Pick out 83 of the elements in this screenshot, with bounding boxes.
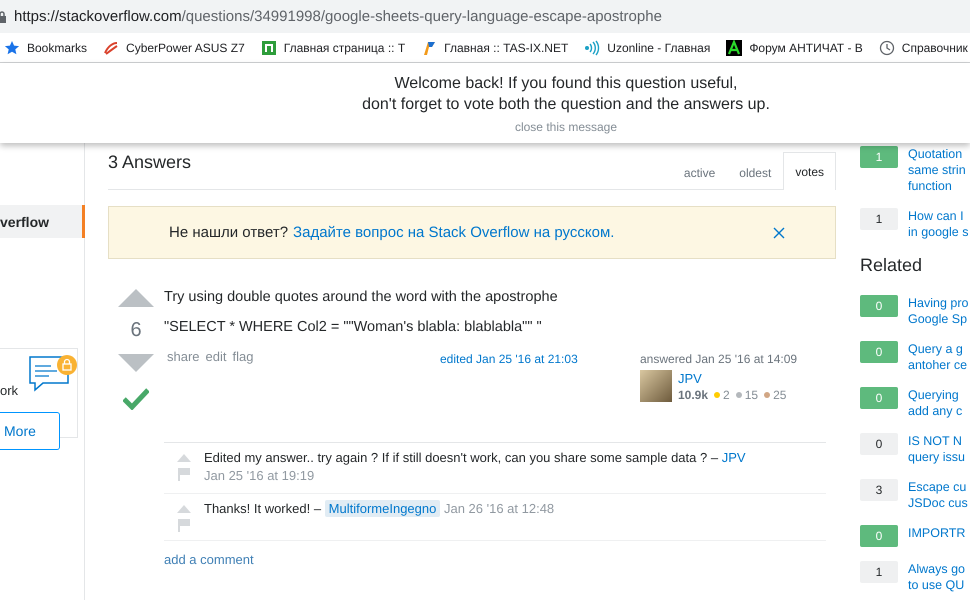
swirl-icon	[103, 40, 120, 56]
post-action-link[interactable]: share	[167, 349, 200, 364]
comment-text: Thanks! It worked! – MultiformeIngegno Jan 26 '16 at 12:48	[204, 500, 556, 519]
clock-icon	[878, 40, 895, 56]
question-link[interactable]: function	[908, 178, 966, 194]
bookmark[interactable]: Главная страница :: T	[260, 40, 406, 56]
user-reputation: 10.9k	[678, 388, 708, 402]
question-link[interactable]: same strin	[908, 162, 966, 178]
question-link[interactable]: Query a g	[908, 341, 968, 357]
score-count: 0	[860, 525, 898, 547]
score-count: 1	[860, 146, 898, 168]
upvote-arrow-icon	[177, 505, 191, 513]
question-link[interactable]: Always go	[908, 561, 965, 577]
signal-waves-icon	[584, 40, 600, 56]
question-link[interactable]: IS NOT N	[908, 433, 965, 449]
flag-icon	[178, 468, 190, 481]
sort-tab[interactable]: oldest	[727, 153, 784, 190]
question-link[interactable]: Google Sp	[908, 311, 968, 327]
bookmark[interactable]: Справочник	[878, 40, 968, 56]
question-link[interactable]: Having pro	[908, 295, 968, 311]
question-link[interactable]: How can I	[908, 208, 968, 224]
bookmark[interactable]: CyberPower ASUS Z7	[103, 40, 245, 56]
answers-heading: 3 Answers	[108, 151, 192, 173]
promo-text: ork	[0, 383, 18, 398]
avatar-image-placeholder[interactable]	[640, 370, 672, 402]
ask-question-link[interactable]: Задайте вопрос на Stack Overflow на русском.	[293, 224, 614, 241]
star-icon	[4, 40, 20, 56]
banner-text: don't forget to vote both the question and the answers up.	[362, 95, 770, 115]
add-comment-link[interactable]: add a comment	[164, 552, 254, 567]
upvote-arrow-icon	[118, 289, 154, 307]
related-heading: Related	[860, 255, 924, 276]
edited-link[interactable]: edited Jan 25 '16 at 21:03	[440, 349, 640, 366]
bookmark[interactable]: Форум АНТИЧАТ - В	[726, 40, 863, 56]
vote-count: 6	[130, 319, 142, 342]
bookmark[interactable]: Bookmarks	[4, 40, 88, 56]
question-link[interactable]: add any c	[908, 403, 962, 419]
answer-text: Try using double quotes around the word with the apostrophe	[164, 289, 559, 305]
square-logo-icon	[260, 40, 277, 56]
question-link[interactable]: JSDoc cus	[908, 495, 968, 511]
banner-text: Welcome back! If you found this question useful,	[394, 74, 738, 94]
nav-item[interactable]: verflow	[0, 205, 85, 238]
flag-icon	[178, 519, 190, 532]
score-count: 0	[860, 295, 898, 317]
answer-text: "SELECT * WHERE Col2 = ""Woman's blabla: blablabla"" "	[164, 319, 543, 335]
score-count: 0	[860, 341, 898, 363]
lock-icon	[0, 10, 6, 22]
learn-more-button[interactable]: More	[0, 412, 60, 450]
url-host: https://stackoverflow.com	[14, 8, 182, 25]
comment-author-link[interactable]: JPV	[722, 450, 746, 465]
bookmark[interactable]: Uzonline - Главная	[584, 40, 710, 56]
notice-text: Не нашли ответ?	[169, 224, 288, 241]
score-count: 3	[860, 479, 898, 501]
badge-count: 25	[773, 388, 786, 402]
url-path: /questions/34991998/google-sheets-query-language-escape-apostrophe	[182, 8, 662, 25]
user-name-link[interactable]: JPV	[678, 371, 702, 386]
answered-date: answered Jan 25 '16 at 14:09	[640, 351, 798, 366]
question-link[interactable]: IMPORTR	[908, 525, 966, 541]
flag-icon	[421, 40, 438, 56]
bookmark[interactable]: Главная :: TAS-IX.NET	[421, 40, 568, 56]
post-action-link[interactable]: edit	[206, 349, 226, 364]
question-link[interactable]: antoher ce	[908, 357, 968, 373]
question-link[interactable]: to use QU	[908, 577, 965, 593]
sort-tab[interactable]: votes	[783, 152, 836, 190]
score-count: 0	[860, 433, 898, 455]
letter-logo-icon	[726, 40, 742, 56]
comment-author-link[interactable]: MultiformeIngegno	[324, 500, 440, 517]
comment-text: Edited my answer.. try again ? If if still doesn't work, can you share some sample data ? – JPV Jan 25 '16 at 19:19	[204, 449, 747, 485]
upvote-arrow-icon	[177, 454, 191, 462]
close-icon	[773, 226, 785, 238]
sort-tab[interactable]: active	[672, 153, 728, 190]
badge-count: 15	[744, 388, 758, 402]
downvote-arrow-icon	[118, 354, 154, 372]
close-message-link[interactable]: close this message	[514, 120, 618, 134]
question-link[interactable]: Escape cu	[908, 479, 968, 495]
post-action-link[interactable]: flag	[232, 349, 254, 364]
question-link[interactable]: Querying	[908, 387, 962, 403]
score-count: 1	[860, 561, 898, 583]
question-link[interactable]: in google s	[908, 224, 968, 240]
score-count: 1	[860, 208, 898, 230]
score-count: 0	[860, 387, 898, 409]
question-link[interactable]: Quotation	[908, 146, 966, 162]
question-link[interactable]: query issu	[908, 449, 965, 465]
badge-count: 2	[723, 388, 730, 402]
